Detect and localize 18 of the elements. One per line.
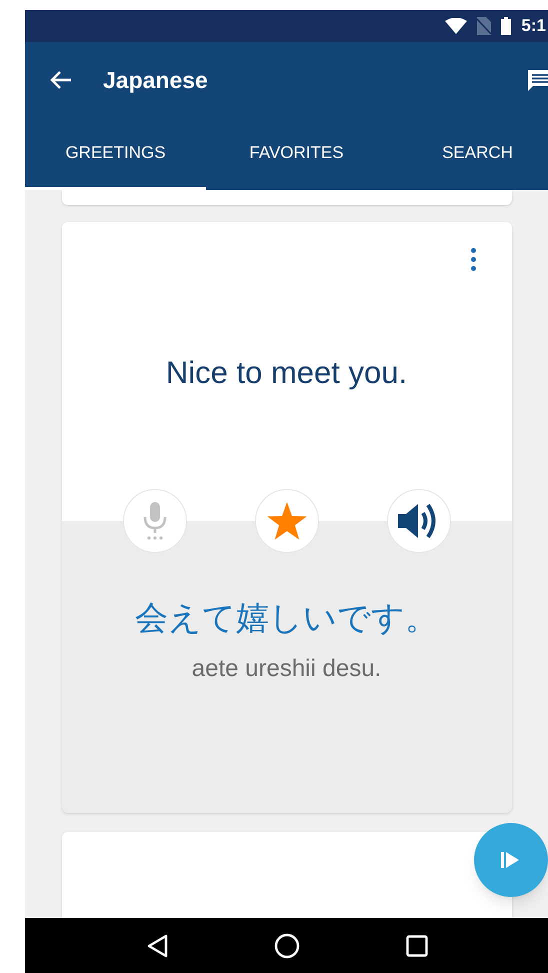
microphone-icon [142,502,168,540]
tab[interactable]: FAVORITES [206,118,387,190]
phrase-text: Nice to meet you. [166,354,408,392]
app-title: Japanese [103,66,208,95]
battery-icon [501,17,512,35]
chat-icon[interactable] [526,68,548,92]
translation-text: 会えて嬉しいです。 [135,597,438,639]
play-icon [501,850,521,870]
home-circle-icon[interactable] [274,932,300,958]
star-icon [266,502,306,540]
back-arrow-icon [50,70,72,90]
clock-time: 5:1 [521,15,546,38]
recents-square-icon[interactable] [406,934,428,956]
no-sim-icon [477,17,492,35]
romanization-text: aete ureshii desu. [192,654,382,684]
tab[interactable]: SEARCH [387,118,548,190]
wifi-icon [445,18,468,34]
back-triangle-icon[interactable] [146,934,168,958]
